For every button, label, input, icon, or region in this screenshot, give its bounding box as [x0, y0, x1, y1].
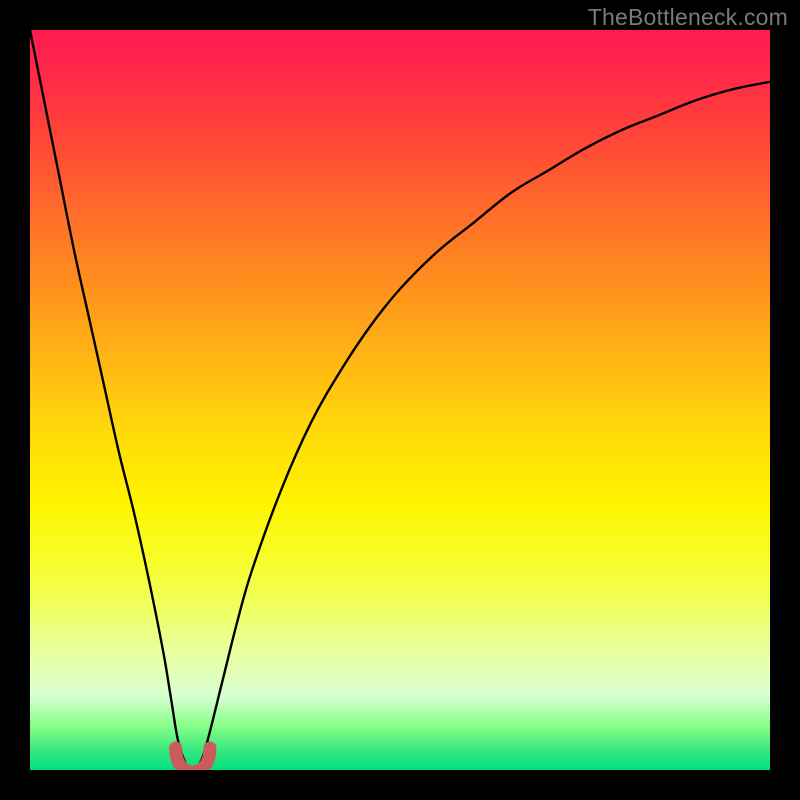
plot-area [30, 30, 770, 770]
curve-svg [30, 30, 770, 770]
chart-frame: TheBottleneck.com [0, 0, 800, 800]
minimum-marker [176, 748, 210, 770]
watermark-text: TheBottleneck.com [588, 4, 788, 31]
bottleneck-curve [30, 30, 770, 770]
